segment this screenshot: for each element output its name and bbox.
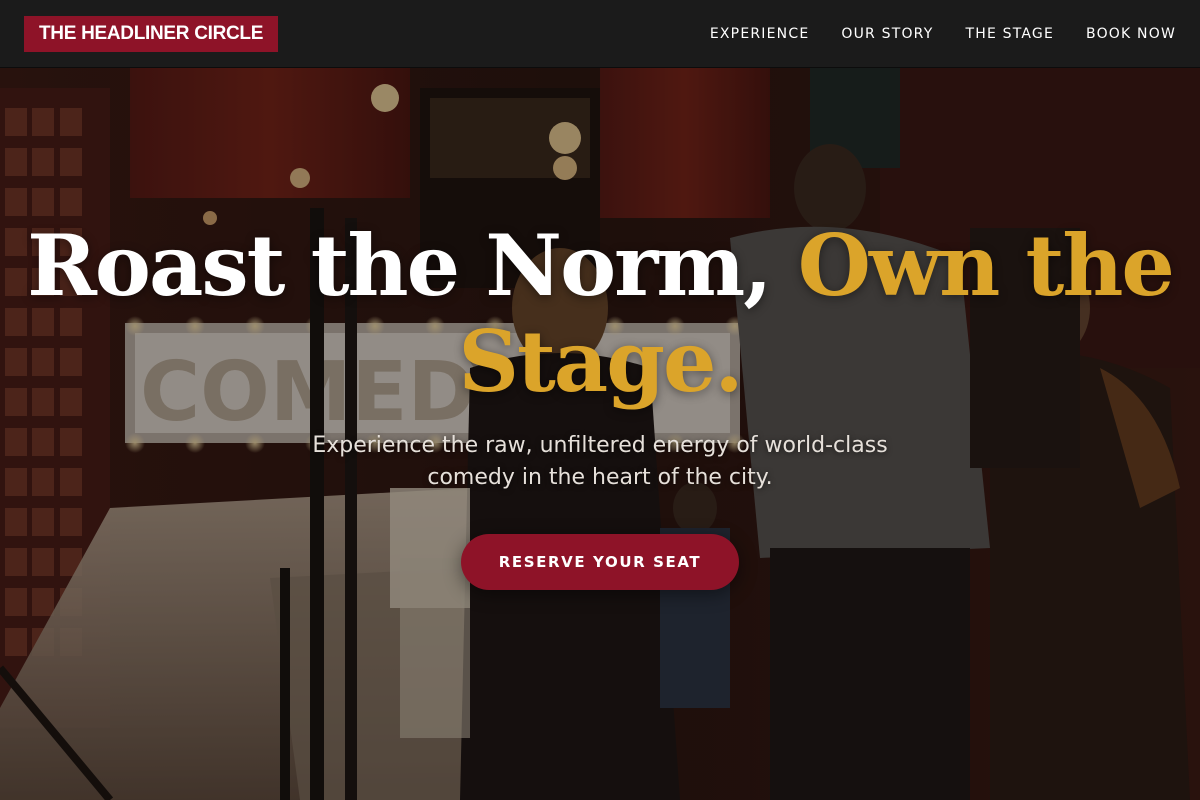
nav-item-our-story[interactable]: OUR STORY	[841, 26, 933, 42]
hero-subtitle: Experience the raw, unfiltered energy of…	[312, 433, 888, 490]
main-nav: EXPERIENCE OUR STORY THE STAGE BOOK NOW	[710, 26, 1176, 42]
site-header: THE HEADLINER CIRCLE EXPERIENCE OUR STOR…	[0, 0, 1200, 68]
nav-item-experience[interactable]: EXPERIENCE	[710, 26, 810, 42]
site-logo[interactable]: THE HEADLINER CIRCLE	[24, 15, 279, 52]
reserve-seat-button[interactable]: RESERVE YOUR SEAT	[460, 534, 740, 590]
hero-headline: Roast the Norm, Own the Stage.	[20, 218, 1180, 410]
hero-section: COMEDY Roast the Norm, Own the Stage. Ex…	[0, 68, 1200, 800]
hero-content: Roast the Norm, Own the Stage. Experienc…	[0, 218, 1200, 590]
headline-white-part: Roast the Norm,	[27, 216, 772, 315]
nav-item-book-now[interactable]: BOOK NOW	[1086, 26, 1176, 42]
landing-page: THE HEADLINER CIRCLE EXPERIENCE OUR STOR…	[0, 0, 1200, 800]
nav-item-the-stage[interactable]: THE STAGE	[965, 26, 1054, 42]
